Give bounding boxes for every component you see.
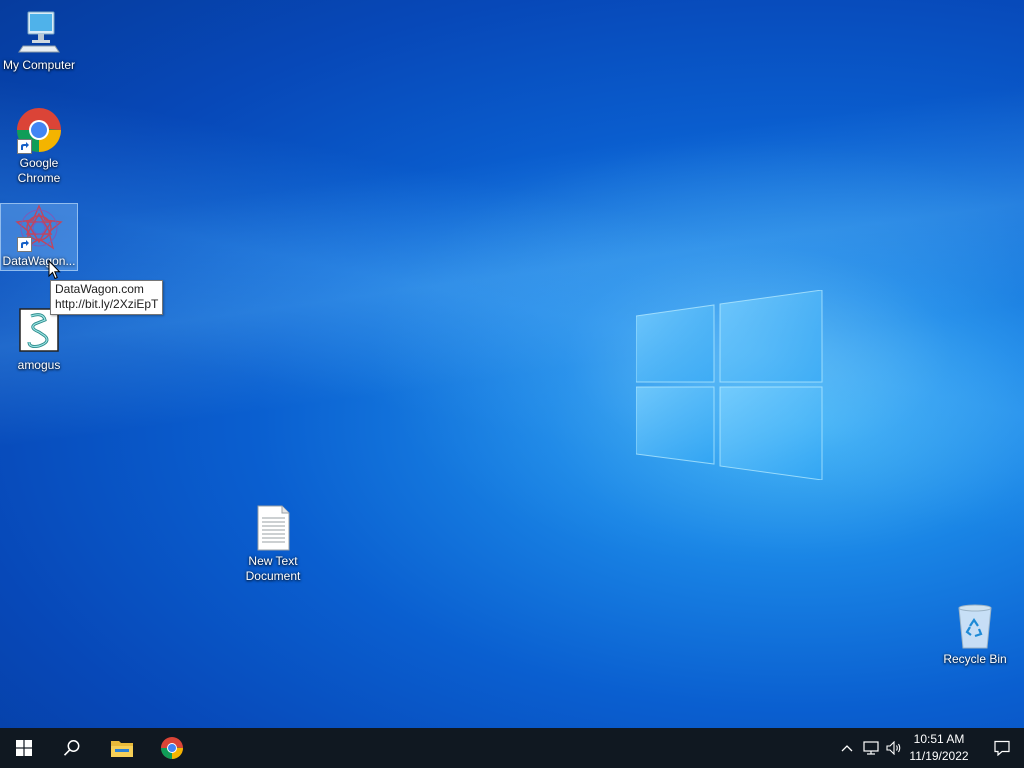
search-icon <box>63 740 80 756</box>
taskbar: 10:51 AM 11/19/2022 <box>0 728 1024 768</box>
wallpaper-beam <box>0 60 1024 760</box>
notification-icon <box>994 740 1010 756</box>
clock-date: 11/19/2022 <box>909 749 969 763</box>
computer-icon <box>15 8 63 56</box>
file-explorer-button[interactable] <box>98 728 146 768</box>
datawagon-logo-icon <box>15 204 63 252</box>
desktop-icon-new-text-document[interactable]: New Text Document <box>235 504 311 584</box>
desktop-icon-label: My Computer <box>2 58 76 72</box>
wallpaper-beam <box>0 0 1024 768</box>
desktop-icon-label: DataWagon... <box>2 254 76 268</box>
desktop-icon-label: New Text Document <box>245 554 301 583</box>
shortcut-arrow-icon <box>17 139 32 154</box>
wallpaper-glow <box>0 0 1024 768</box>
chrome-icon <box>15 106 63 154</box>
desktop-icon-label: amogus <box>17 358 61 372</box>
desktop-icon-amogus[interactable]: amogus <box>1 308 77 373</box>
chevron-up-icon <box>841 745 853 752</box>
chrome-taskbar-button[interactable] <box>148 728 196 768</box>
tooltip-title: DataWagon.com <box>55 282 144 296</box>
desktop-icon-datawagon[interactable]: DataWagon... <box>0 203 78 271</box>
tooltip-url: http://bit.ly/2XziEpT <box>55 297 159 311</box>
desktop-icon-label: Recycle Bin <box>943 652 1007 666</box>
script-file-icon <box>15 308 63 356</box>
desktop-icon-recycle-bin[interactable]: Recycle Bin <box>937 602 1013 667</box>
tooltip: DataWagon.com http://bit.ly/2XziEpT <box>50 280 164 315</box>
chrome-icon <box>161 737 183 759</box>
desktop-icon-label: Google Chrome <box>17 156 61 185</box>
text-document-icon <box>249 504 297 552</box>
clock-time: 10:51 AM <box>913 732 965 746</box>
volume-icon <box>886 741 901 755</box>
file-explorer-icon <box>111 741 133 757</box>
shortcut-arrow-icon <box>17 237 32 252</box>
recycle-bin-icon <box>951 602 999 650</box>
action-center-button[interactable] <box>980 728 1024 768</box>
search-button[interactable] <box>48 728 96 768</box>
windows-logo-wallpaper <box>636 290 823 480</box>
clock[interactable]: 10:51 AM 11/19/2022 <box>902 731 976 765</box>
desktop-icon-my-computer[interactable]: My Computer <box>1 8 77 73</box>
show-hidden-icons-button[interactable] <box>836 728 858 768</box>
network-icon <box>863 741 879 755</box>
desktop-icon-google-chrome[interactable]: Google Chrome <box>1 106 77 186</box>
start-button[interactable] <box>0 728 48 768</box>
start-icon <box>16 740 32 756</box>
mouse-cursor-icon <box>48 260 61 280</box>
network-button[interactable] <box>860 728 882 768</box>
